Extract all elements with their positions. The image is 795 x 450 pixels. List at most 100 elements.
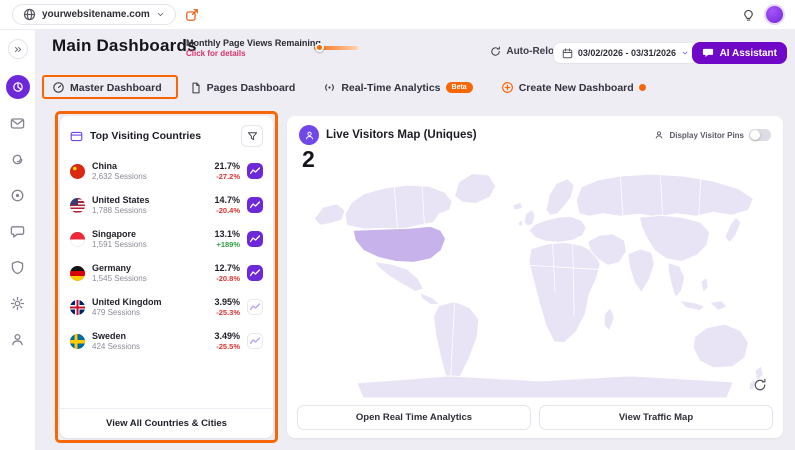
spiral-icon [10, 152, 25, 167]
country-row[interactable]: China2,632 Sessions 21.7%-27.2% [60, 154, 273, 188]
sidebar-nav [6, 75, 30, 351]
open-realtime-analytics-button[interactable]: Open Real Time Analytics [297, 405, 531, 430]
beta-badge: Beta [446, 82, 473, 93]
user-icon [10, 332, 25, 347]
country-flag [70, 164, 85, 179]
country-row[interactable]: United States1,788 Sessions 14.7%-20.4% [60, 188, 273, 222]
globe-icon [23, 8, 36, 21]
date-range-picker[interactable]: 03/02/2026 - 03/31/2026 [553, 42, 698, 64]
country-name: Germany [92, 263, 147, 273]
country-trend: +189% [216, 240, 240, 249]
country-row[interactable]: Germany1,545 Sessions 12.7%-20.8% [60, 256, 273, 290]
chat-icon [702, 47, 714, 59]
user-icon [654, 130, 664, 140]
sparkline-icon [247, 265, 263, 281]
main-content: Main Dashboards Monthly Page Views Remai… [36, 30, 795, 450]
tips-button[interactable] [742, 8, 755, 21]
tab-label: Master Dashboard [70, 82, 162, 94]
ai-assistant-button[interactable]: AI Assistant [692, 42, 787, 64]
toggle-knob [750, 130, 760, 140]
sidebar-item-feedback[interactable] [6, 219, 30, 243]
monthly-views-progress[interactable] [314, 46, 358, 50]
country-percent: 3.49% [214, 331, 240, 341]
map-refresh-button[interactable] [749, 374, 771, 396]
ai-assistant-label: AI Assistant [720, 48, 777, 59]
country-sessions: 2,632 Sessions [92, 172, 147, 181]
view-traffic-map-button[interactable]: View Traffic Map [539, 405, 773, 430]
tab-realtime-analytics[interactable]: Real-Time Analytics Beta [323, 81, 472, 94]
card-icon [70, 130, 83, 143]
top-visiting-countries-panel: Top Visiting Countries China2,632 Sessio… [60, 116, 273, 438]
site-name: yourwebsitename.com [42, 9, 150, 20]
country-trend: -20.8% [216, 274, 240, 283]
chevron-down-icon [156, 10, 165, 19]
country-flag [70, 266, 85, 281]
site-selector[interactable]: yourwebsitename.com [12, 4, 176, 25]
sidebar-item-campaigns[interactable] [6, 183, 30, 207]
tab-pages-dashboard[interactable]: Pages Dashboard [190, 82, 296, 94]
countries-panel-header: Top Visiting Countries [60, 116, 273, 154]
shield-icon [10, 260, 25, 275]
country-flag [70, 198, 85, 213]
gauge-icon [52, 81, 65, 94]
header-right [742, 6, 783, 23]
display-pins-toggle[interactable] [749, 129, 771, 141]
monthly-views-label: Monthly Page Views Remaining [186, 38, 321, 49]
target-icon [10, 188, 25, 203]
open-website-button[interactable] [185, 8, 199, 22]
double-chevron-icon [12, 44, 23, 55]
world-map[interactable] [299, 162, 771, 406]
funnel-icon [247, 131, 258, 142]
sparkline-icon [247, 333, 263, 349]
progress-knob[interactable] [315, 43, 324, 52]
tab-create-new-dashboard[interactable]: Create New Dashboard [501, 81, 646, 94]
country-trend: -25.5% [216, 342, 240, 351]
country-row[interactable]: Sweden424 Sessions 3.49%-25.5% [60, 324, 273, 358]
gear-icon [10, 296, 25, 311]
visitor-pin-icon [299, 125, 319, 145]
country-name: United States [92, 195, 150, 205]
sidebar-item-settings[interactable] [6, 291, 30, 315]
sparkline-icon [247, 231, 263, 247]
sparkline-icon [247, 163, 263, 179]
country-sessions: 1,545 Sessions [92, 274, 147, 283]
monthly-views-details-link[interactable]: Click for details [186, 49, 321, 59]
chevron-down-icon [681, 49, 689, 57]
country-row[interactable]: Singapore1,591 Sessions 13.1%+189% [60, 222, 273, 256]
country-percent: 21.7% [214, 161, 240, 171]
country-trend: -20.4% [216, 206, 240, 215]
countries-panel-title: Top Visiting Countries [90, 130, 201, 142]
tab-label: Create New Dashboard [519, 82, 634, 94]
live-visitors-map-panel: Live Visitors Map (Uniques) Display Visi… [287, 116, 783, 438]
sidebar-item-account[interactable] [6, 327, 30, 351]
country-flag [70, 232, 85, 247]
avatar[interactable] [766, 6, 783, 23]
sidebar [0, 30, 36, 450]
country-name: China [92, 161, 147, 171]
sidebar-item-privacy[interactable] [6, 255, 30, 279]
sidebar-item-dashboards[interactable] [6, 75, 30, 99]
tab-master-dashboard[interactable]: Master Dashboard [52, 81, 162, 94]
country-row[interactable]: United Kingdom479 Sessions 3.95%-25.3% [60, 290, 273, 324]
country-flag [70, 334, 85, 349]
collapse-sidebar-button[interactable] [8, 39, 28, 59]
country-sessions: 1,788 Sessions [92, 206, 150, 215]
broadcast-icon [323, 81, 336, 94]
sidebar-item-behavior[interactable] [6, 147, 30, 171]
country-trend: -25.3% [216, 308, 240, 317]
page-title: Main Dashboards [52, 36, 197, 56]
map-footer: Open Real Time Analytics View Traffic Ma… [297, 405, 773, 430]
sidebar-item-mail[interactable] [6, 111, 30, 135]
view-all-countries-button[interactable]: View All Countries & Cities [60, 408, 273, 438]
refresh-icon [753, 378, 767, 392]
date-range-text: 03/02/2026 - 03/31/2026 [578, 48, 676, 58]
filter-button[interactable] [241, 125, 263, 147]
country-sessions: 1,591 Sessions [92, 240, 147, 249]
country-name: United Kingdom [92, 297, 162, 307]
lightbulb-icon [742, 8, 755, 21]
sparkline-icon [247, 197, 263, 213]
dashboard-icon [11, 80, 25, 94]
display-pins-label: Display Visitor Pins [669, 131, 744, 140]
display-pins-control: Display Visitor Pins [654, 129, 771, 141]
country-percent: 12.7% [214, 263, 240, 273]
